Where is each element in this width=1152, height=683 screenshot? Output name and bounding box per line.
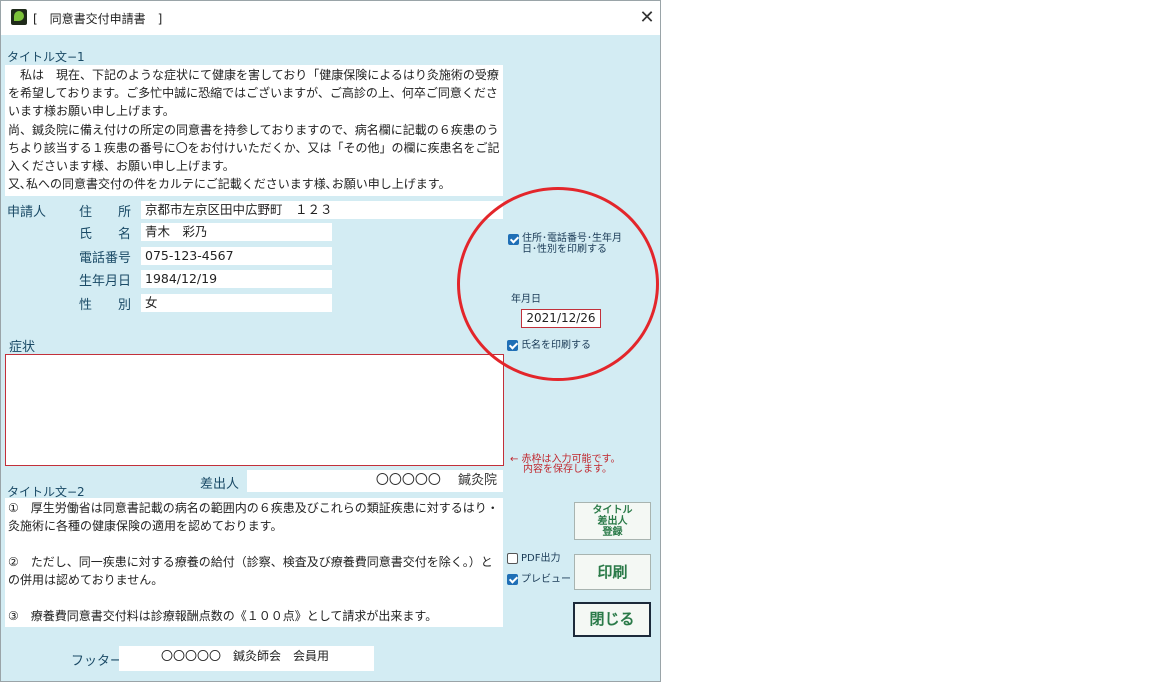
footer-field[interactable]: 〇〇〇〇〇 鍼灸師会 会員用 (119, 646, 374, 671)
address-field[interactable]: 京都市左京区田中広野町 １２３ (141, 201, 503, 219)
section2-line (8, 535, 500, 553)
section2-line (8, 589, 500, 607)
applicant-label: 申請人 (7, 205, 47, 220)
section1-text[interactable]: 私は 現在、下記のような症状にて健康を害しており「健康保険によるはり灸施術の受療… (5, 65, 503, 196)
section1-label: タイトル文−1 (7, 50, 85, 64)
annotation-circle (457, 187, 659, 381)
close-icon[interactable]: ✕ (633, 4, 661, 32)
title-sender-register-button[interactable]: タイトル 差出人 登録 (574, 502, 651, 540)
section2-line: ① 厚生労働省は同意書記載の病名の範囲内の６疾患及びこれらの類証疾患に対するはり… (8, 501, 499, 515)
symptom-textarea[interactable] (5, 354, 504, 466)
sender-field[interactable]: 〇〇〇〇〇 鍼灸院 (247, 470, 503, 492)
section1-line: ちより該当する１疾患の番号に〇をお付けいただくか、又は「その他」の欄に疾患名をご… (8, 140, 500, 155)
print-button[interactable]: 印刷 (574, 554, 651, 590)
register-button-line: 差出人 (597, 516, 628, 527)
name-field[interactable]: 青木 彩乃 (141, 223, 332, 241)
register-button-line: タイトル (592, 505, 633, 516)
phone-label: 電話番号 (79, 251, 132, 266)
name-label: 氏 名 (79, 227, 132, 242)
gender-label: 性 別 (79, 298, 132, 313)
birthdate-label: 生年月日 (79, 274, 132, 289)
section2-line: 灸施術に各種の健康保険の適用を認めております。 (8, 519, 283, 533)
title-bar: [ 同意書交付申請書 ] ✕ (1, 1, 660, 35)
section2-text[interactable]: ① 厚生労働省は同意書記載の病名の範囲内の６疾患及びこれらの類証疾患に対するはり… (5, 498, 503, 627)
section1-line: 私は 現在、下記のような症状にて健康を害しており「健康保険によるはり灸施術の受療 (8, 68, 499, 82)
pdf-output-checkbox[interactable] (507, 553, 518, 564)
section2-line: ③ 療養費同意書交付料は診療報酬点数の《１００点》として請求が出来ます。 (8, 609, 438, 623)
register-button-line: 登録 (602, 527, 623, 538)
footer-label: フッター (71, 654, 124, 669)
section1-line: を希望しております。ご多忙中誠に恐縮ではございますが、ご高診の上、何卒ご同意くだ… (8, 86, 498, 101)
section2-line: ② ただし、同一疾患に対する療養の給付（診察、検査及び療養費同意書交付を除く。）… (8, 555, 493, 569)
section1-line: います様お願い申し上げます。 (8, 104, 175, 119)
preview-checkbox[interactable] (507, 574, 518, 585)
window-title: [ 同意書交付申請書 ] (33, 12, 163, 26)
consent-form-window: [ 同意書交付申請書 ] ✕ タイトル文−1 私は 現在、下記のような症状にて健… (0, 0, 661, 682)
phone-field[interactable]: 075-123-4567 (141, 247, 332, 265)
pdf-output-label: PDF出力 (521, 553, 561, 564)
note-line2: 内容を保存します。 (523, 464, 612, 475)
birthdate-field[interactable]: 1984/12/19 (141, 270, 332, 288)
app-logo-icon (11, 9, 27, 25)
address-label: 住 所 (79, 205, 132, 220)
close-button[interactable]: 閉じる (573, 602, 651, 637)
symptom-label: 症状 (9, 340, 36, 355)
section1-line: 尚、鍼灸院に備え付けの所定の同意書を持参しておりますので、病名欄に記載の６疾患の… (8, 122, 499, 137)
section1-line: 入くださいます様、お願い申し上げます。 (8, 159, 235, 174)
gender-field[interactable]: 女 (141, 294, 332, 312)
section2-line: の併用は認めておりません。 (8, 573, 164, 587)
sender-label: 差出人 (200, 477, 240, 492)
preview-label: プレビュー (521, 574, 571, 585)
section1-line: 又､私への同意書交付の件をカルテにご記載くださいます様､お願い申し上げます。 (8, 177, 451, 192)
